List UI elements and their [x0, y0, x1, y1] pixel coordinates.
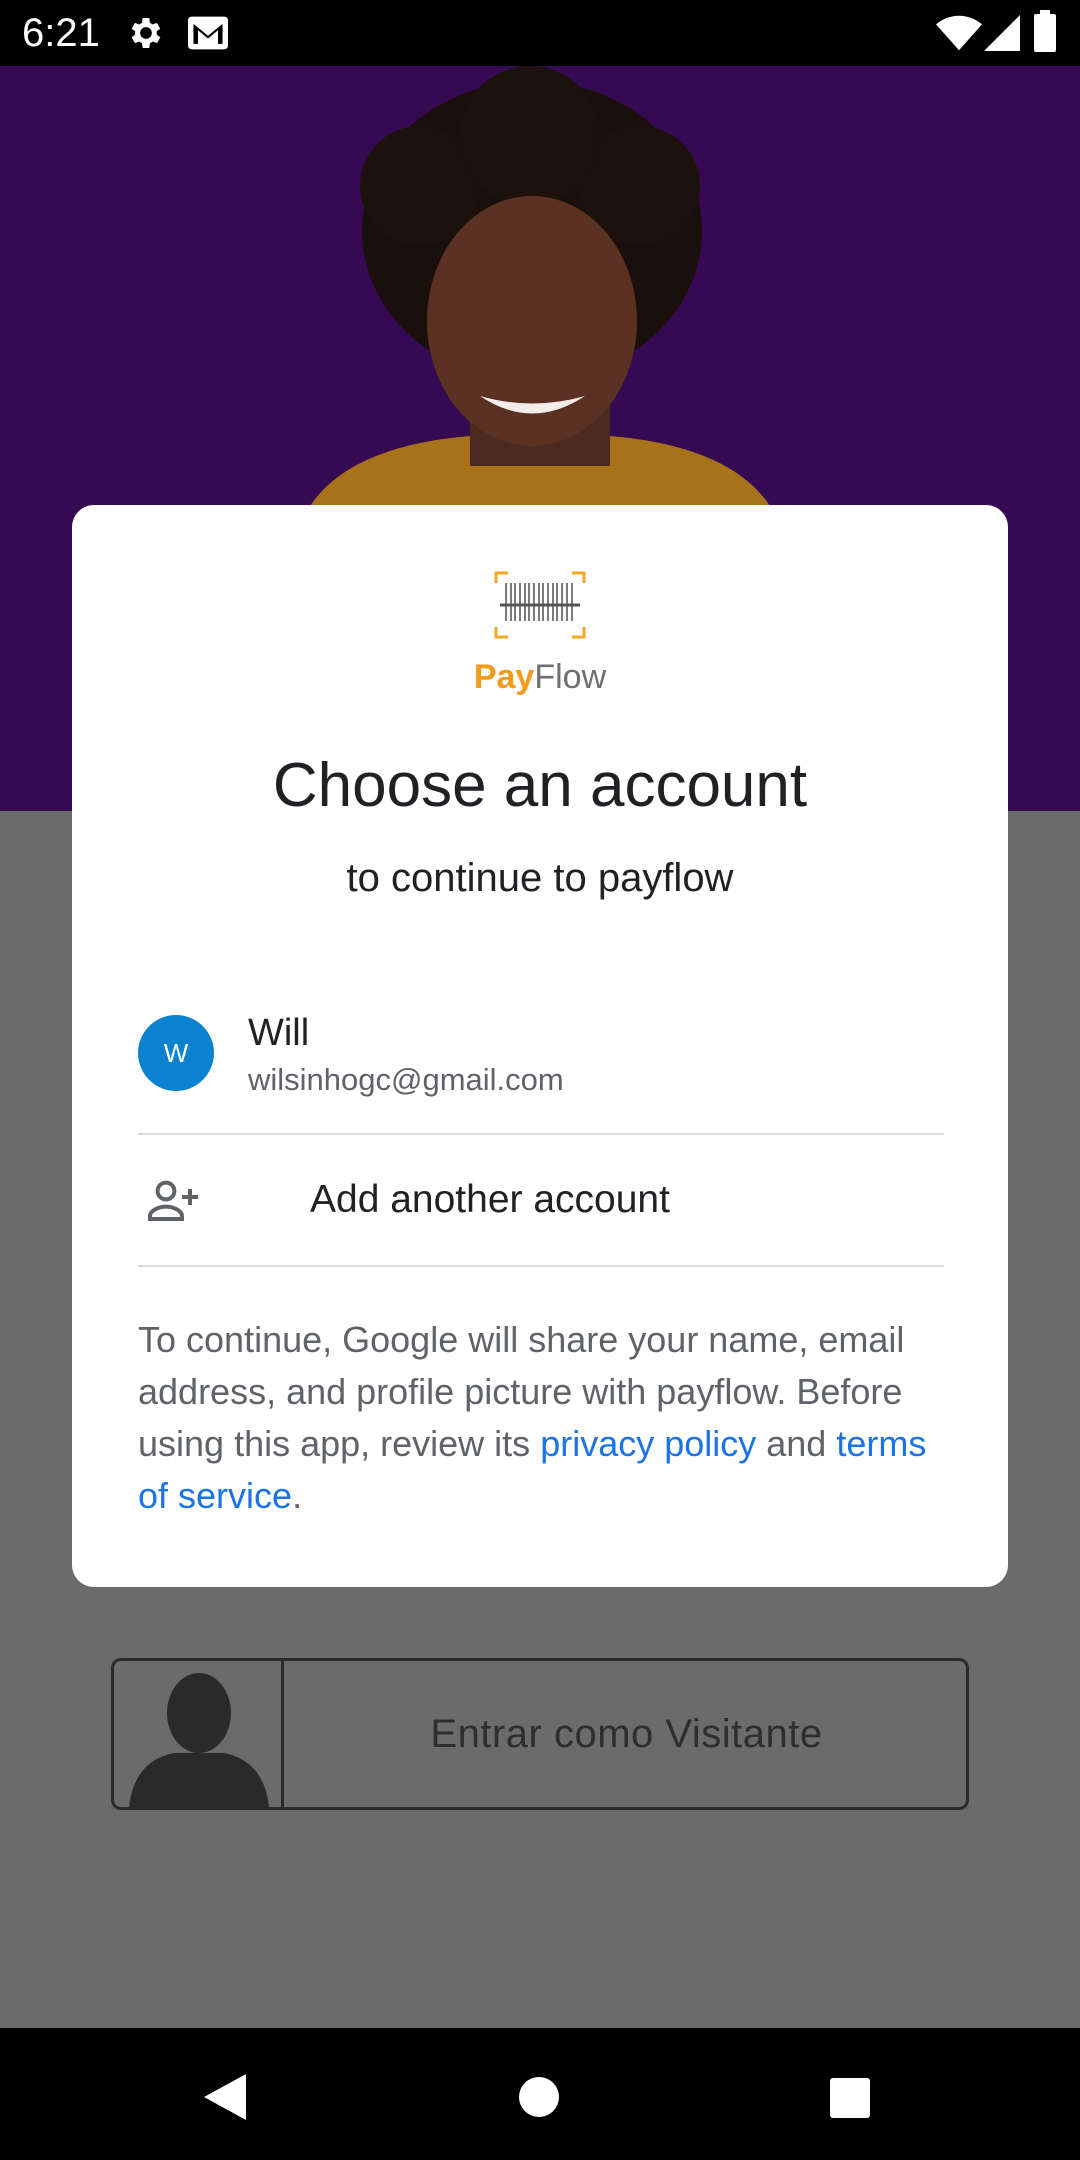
status-time: 6:21 [22, 11, 100, 55]
dialog-subtitle: to continue to payflow [346, 856, 734, 900]
divider [138, 1265, 944, 1267]
home-icon[interactable] [518, 2076, 560, 2122]
recents-icon[interactable] [829, 2077, 871, 2123]
brand-name-flow: Flow [534, 658, 607, 696]
brand-name-pay: Pay [473, 658, 535, 696]
add-account-label: Add another account [310, 1178, 670, 1221]
account-name: Will [248, 1012, 310, 1054]
dialog-title: Choose an account [272, 751, 808, 820]
status-bar: 6:21 [0, 0, 1080, 66]
gear-icon [126, 13, 166, 57]
battery-icon [1034, 10, 1056, 56]
guest-login-button[interactable]: Entrar como Visitante [111, 1658, 969, 1810]
disclaimer-and: and [756, 1423, 837, 1464]
navigation-bar [0, 2028, 1080, 2160]
avatar: W [138, 1015, 214, 1091]
add-person-icon [146, 1177, 202, 1225]
back-icon[interactable] [204, 2074, 246, 2124]
brand-name: PayFlow [72, 657, 1008, 697]
guest-login-label: Entrar como Visitante [430, 1711, 823, 1756]
account-email: wilsinhogc@gmail.com [248, 1062, 564, 1097]
consent-disclaimer: To continue, Google will share your name… [138, 1314, 944, 1522]
person-silhouette-icon [114, 1661, 284, 1807]
account-chooser-dialog: PayFlow Choose an account to continue to… [72, 505, 1008, 1587]
disclaimer-end: . [292, 1475, 303, 1516]
account-item-will[interactable]: W Will wilsinhogc@gmail.com [138, 995, 944, 1140]
signal-icon [984, 14, 1020, 56]
wifi-icon [936, 15, 982, 55]
barcode-logo-icon [492, 569, 588, 641]
add-another-account-button[interactable]: Add another account [138, 1135, 944, 1265]
privacy-policy-link[interactable]: privacy policy [540, 1423, 756, 1464]
gmail-icon [186, 13, 230, 57]
